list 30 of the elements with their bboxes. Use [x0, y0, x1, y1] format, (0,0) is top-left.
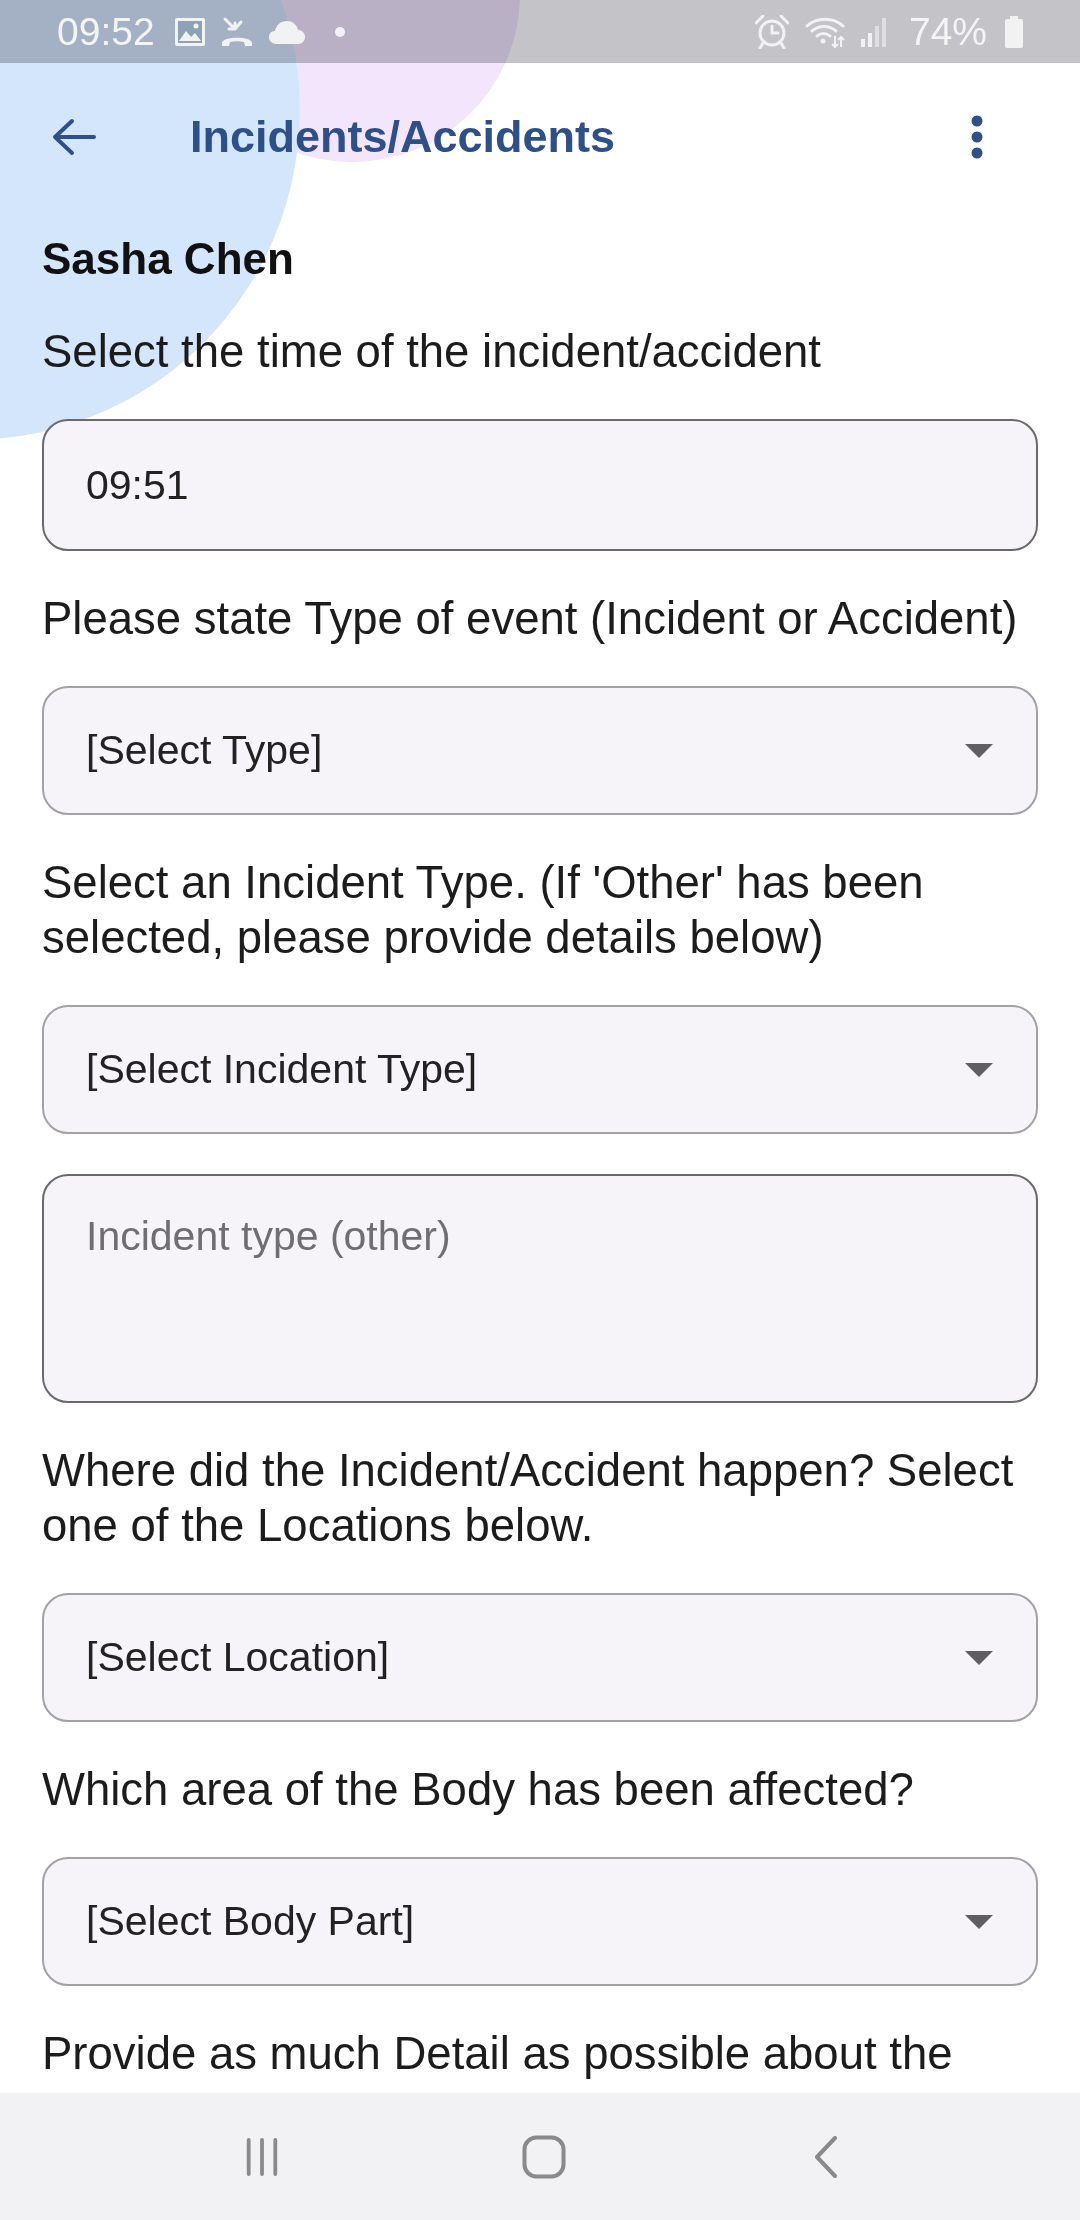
question-label: Provide as much Detail as possible about the — [42, 2027, 954, 2081]
wifi-icon — [804, 15, 845, 48]
alarm-clock-icon — [754, 14, 789, 49]
signal-icon — [860, 16, 887, 47]
cloud-icon — [268, 19, 305, 44]
dropdown[interactable]: [Select Type] — [42, 686, 1038, 815]
question-label: Select an Incident Type. (If 'Other' has been selected, please provide details below) — [42, 856, 925, 965]
app-bar-title: Incidents/Accidents — [190, 111, 617, 163]
question-label: Please state Type of event (Incident or Accident) — [42, 592, 1019, 646]
caret-icon — [965, 1650, 993, 1665]
caret-icon — [965, 1914, 993, 1929]
dropdown[interactable]: [Select Body Part] — [42, 1857, 1038, 1986]
phone-arrow-icon — [220, 15, 253, 48]
status-time: 09:52 — [57, 10, 155, 53]
home-icon[interactable] — [522, 2134, 566, 2179]
back-icon[interactable] — [814, 2135, 838, 2178]
question-label: Where did the Incident/Accident happen? Select one of the Locations below. — [42, 1444, 1015, 1553]
caret-icon — [965, 743, 993, 758]
back-arrow-icon[interactable] — [52, 118, 96, 156]
battery-icon — [1005, 15, 1023, 48]
more-icon[interactable] — [971, 115, 983, 159]
time-field[interactable]: 09:51 — [42, 419, 1038, 551]
text-area-field[interactable]: Incident type (other) — [42, 1174, 1038, 1403]
question-label: Select the time of the incident/accident — [42, 325, 822, 379]
question-label: Which area of the Body has been affected? — [42, 1763, 915, 1817]
dot-icon — [334, 26, 345, 37]
caret-icon — [965, 1062, 993, 1077]
person-name: Sasha Chen — [42, 234, 295, 284]
dropdown[interactable]: [Select Location] — [42, 1593, 1038, 1722]
dropdown[interactable]: [Select Incident Type] — [42, 1005, 1038, 1134]
